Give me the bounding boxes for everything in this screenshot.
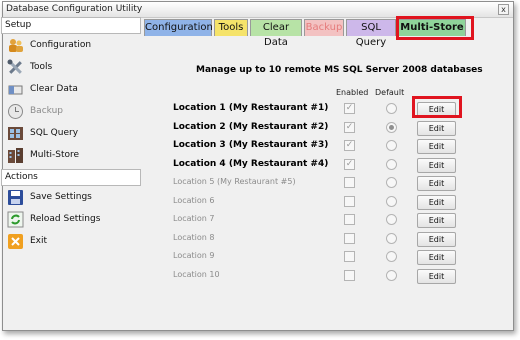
location-enabled-checkbox[interactable]	[344, 195, 355, 207]
location-edit-button[interactable]: Edit	[417, 157, 456, 173]
location-default-radio[interactable]	[386, 251, 397, 262]
location-enabled-checkbox[interactable]	[344, 214, 355, 225]
location-edit-button[interactable]: Edit	[417, 120, 456, 136]
location-default-radio[interactable]	[386, 269, 397, 281]
sidebar-item-multi-store[interactable]: Multi-Store	[1, 144, 141, 166]
window-title: Database Configuration Utility	[6, 4, 143, 14]
eraser-icon	[7, 81, 24, 98]
nav-item-label: Tools	[30, 62, 53, 72]
tab-backup[interactable]: Backup	[304, 19, 344, 36]
sidebar: Setup Configuration Tools Clear Data Backup…	[1, 17, 141, 327]
nav-item-label: Configuration	[30, 40, 92, 50]
location-enabled-checkbox[interactable]: ✓	[344, 121, 355, 133]
location-edit-button[interactable]: Edit	[417, 268, 456, 284]
setup-section-header: Setup	[1, 17, 141, 34]
people-icon	[7, 37, 24, 54]
location-edit-button[interactable]: Edit	[417, 176, 456, 191]
default-column-header: Default	[375, 88, 405, 97]
location-enabled-checkbox[interactable]	[344, 251, 355, 262]
reload-icon	[7, 211, 24, 228]
location-edit-button[interactable]: Edit	[417, 231, 456, 247]
location-enabled-checkbox[interactable]: ✓	[344, 158, 355, 170]
save-icon	[7, 189, 24, 206]
enabled-column-header: Enabled	[336, 88, 369, 97]
location-enabled-checkbox[interactable]	[344, 232, 355, 244]
location-enabled-checkbox[interactable]: ✓	[344, 140, 355, 151]
close-button[interactable]: x	[498, 4, 509, 15]
nav-item-label: Backup	[30, 106, 63, 116]
location-default-radio[interactable]	[386, 195, 397, 207]
edit-button-highlight	[412, 96, 462, 118]
sidebar-item-tools[interactable]: Tools	[1, 56, 141, 78]
location-label: Location 4 (My Restaurant #4)	[173, 158, 329, 169]
actions-section-header: Actions	[1, 169, 141, 186]
sidebar-item-clear-data[interactable]: Clear Data	[1, 78, 141, 100]
tab-configuration[interactable]: Configuration	[144, 19, 213, 36]
location-label: Location 8	[173, 232, 215, 242]
location-default-radio[interactable]	[386, 232, 397, 244]
sidebar-item-backup[interactable]: Backup	[1, 100, 141, 122]
tab-clear-data[interactable]: Clear Data	[250, 19, 302, 48]
location-label: Location 6	[173, 195, 215, 205]
nav-item-label: SQL Query	[30, 128, 79, 138]
location-label: Location 7	[173, 214, 215, 223]
tab-sql-query[interactable]: SQL Query	[346, 19, 396, 48]
location-default-radio[interactable]	[386, 177, 397, 188]
sidebar-item-configuration[interactable]: Configuration	[1, 34, 141, 56]
location-enabled-checkbox[interactable]	[344, 177, 355, 188]
location-enabled-checkbox[interactable]	[344, 269, 355, 281]
location-label: Location 1 (My Restaurant #1)	[173, 103, 329, 113]
nav-item-label: Multi-Store	[30, 150, 80, 160]
location-default-radio[interactable]	[386, 140, 397, 151]
nav-item-label: Save Settings	[30, 192, 92, 202]
sidebar-item-sql-query[interactable]: SQL Query	[1, 122, 141, 144]
location-edit-button[interactable]: Edit	[417, 250, 456, 265]
location-default-radio[interactable]	[386, 214, 397, 225]
multistore-tab-highlight	[396, 16, 474, 40]
location-label: Location 3 (My Restaurant #3)	[173, 140, 329, 150]
multistore-heading: Manage up to 10 remote MS SQL Server 200…	[196, 65, 483, 75]
location-label: Location 2 (My Restaurant #2)	[173, 121, 329, 132]
nav-item-label: Reload Settings	[30, 214, 101, 224]
location-default-radio[interactable]	[386, 121, 397, 133]
action-item-exit[interactable]: Exit	[1, 230, 141, 252]
location-label: Location 5 (My Restaurant #5)	[173, 177, 296, 186]
buildings-icon	[7, 147, 24, 164]
location-default-radio[interactable]	[386, 103, 397, 114]
location-label: Location 10	[173, 269, 220, 279]
tab-tools[interactable]: Tools	[214, 19, 248, 36]
location-label: Location 9	[173, 251, 215, 260]
tools-icon	[7, 59, 24, 76]
actions-nav-list: Save Settings Reload Settings Exit	[1, 186, 141, 252]
action-item-reload-settings[interactable]: Reload Settings	[1, 208, 141, 230]
setup-nav-list: Configuration Tools Clear Data Backup SQL Qu…	[1, 34, 141, 166]
nav-item-label: Clear Data	[30, 84, 78, 94]
nav-item-label: Exit	[30, 236, 48, 246]
location-enabled-checkbox[interactable]: ✓	[344, 103, 355, 114]
clock-icon	[7, 103, 24, 120]
location-edit-button[interactable]: Edit	[417, 213, 456, 228]
database-icon	[7, 125, 24, 142]
location-edit-button[interactable]: Edit	[417, 194, 456, 210]
action-item-save-settings[interactable]: Save Settings	[1, 186, 141, 208]
exit-icon	[7, 233, 24, 250]
location-edit-button[interactable]: Edit	[417, 139, 456, 154]
location-default-radio[interactable]	[386, 158, 397, 170]
